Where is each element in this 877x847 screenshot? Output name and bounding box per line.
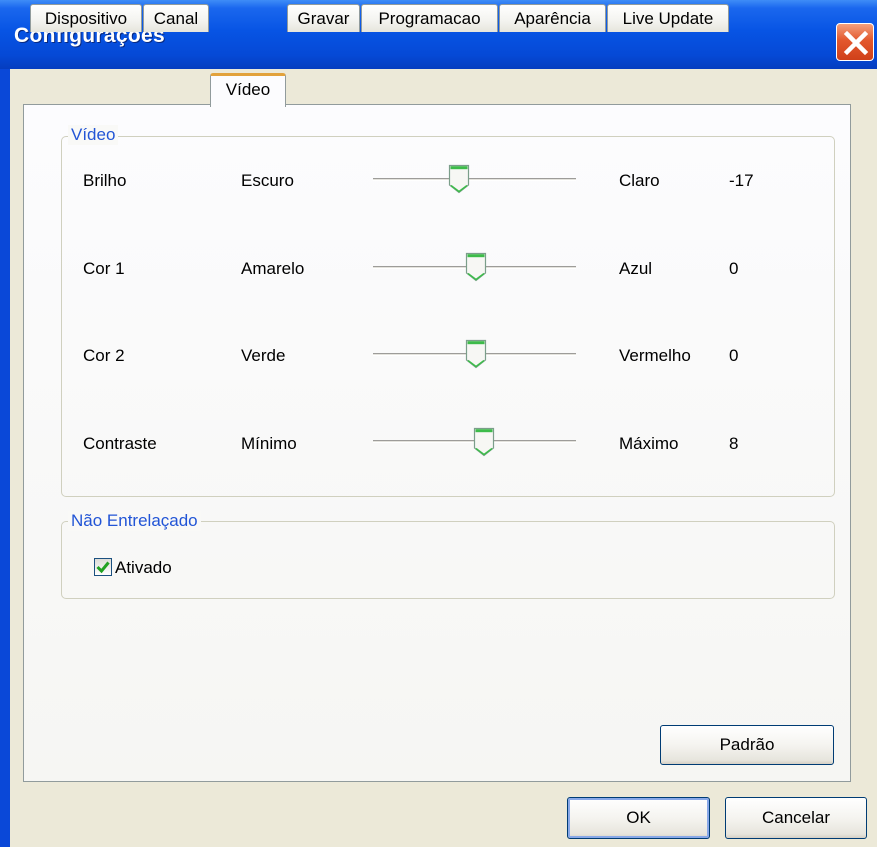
tab-gravar[interactable]: Gravar	[287, 4, 360, 32]
color2-label: Cor 2	[83, 346, 125, 365]
ok-button-label: OK	[626, 808, 651, 827]
tab-programacao[interactable]: Programacao	[361, 4, 498, 32]
default-button-label: Padrão	[719, 735, 775, 754]
color2-slider-thumb[interactable]	[465, 339, 487, 369]
color2-max-label: Vermelho	[619, 346, 691, 365]
video-group-label: Vídeo	[68, 125, 119, 145]
tab-label: Vídeo	[225, 80, 271, 99]
tab-canal[interactable]: Canal	[143, 4, 209, 32]
close-button[interactable]	[836, 23, 874, 61]
contrast-label: Contraste	[83, 434, 157, 453]
color1-slider-thumb[interactable]	[465, 252, 487, 282]
tab-live-update[interactable]: Live Update	[607, 4, 729, 32]
brightness-min-label: Escuro	[241, 171, 294, 190]
tab-label: Live Update	[622, 9, 714, 28]
color1-label: Cor 1	[83, 259, 125, 278]
color1-max-label: Azul	[619, 259, 653, 278]
tab-aparencia[interactable]: Aparência	[499, 4, 606, 32]
color2-min-label: Verde	[241, 346, 286, 365]
contrast-slider-thumb[interactable]	[473, 427, 495, 457]
deinterlace-checkbox[interactable]	[94, 558, 112, 576]
deinterlace-checkbox-label[interactable]: Ativado	[115, 558, 172, 578]
close-icon	[843, 30, 869, 56]
deinterlace-groupbox	[61, 521, 835, 599]
cancel-button[interactable]: Cancelar	[725, 797, 867, 839]
deinterlace-group-label: Não Entrelaçado	[68, 511, 201, 531]
contrast-min-label: Mínimo	[241, 434, 297, 453]
brightness-value: -17	[729, 171, 754, 190]
tab-video[interactable]: Vídeo	[210, 73, 286, 107]
tab-label: Programacao	[378, 9, 481, 28]
color1-min-label: Amarelo	[241, 259, 305, 278]
brightness-slider-track[interactable]	[373, 178, 576, 181]
tab-label: Dispositivo	[44, 9, 128, 28]
tab-label: Aparência	[514, 9, 591, 28]
contrast-max-label: Máximo	[619, 434, 679, 453]
tab-label: Gravar	[297, 9, 350, 28]
cancel-button-label: Cancelar	[761, 808, 831, 827]
brightness-max-label: Claro	[619, 171, 660, 190]
checkmark-icon	[96, 561, 110, 574]
brightness-label: Brilho	[83, 171, 127, 190]
tab-label: Canal	[153, 9, 199, 28]
default-button[interactable]: Padrão	[660, 725, 834, 765]
tab-dispositivo[interactable]: Dispositivo	[30, 4, 142, 32]
contrast-value: 8	[729, 434, 739, 453]
ok-button[interactable]: OK	[567, 797, 710, 839]
color1-value: 0	[729, 259, 739, 278]
brightness-slider-thumb[interactable]	[448, 164, 470, 194]
color2-value: 0	[729, 346, 739, 365]
tab-panel-video: Vídeo Brilho Escuro Claro -17 Cor 1 Amar…	[23, 104, 851, 782]
